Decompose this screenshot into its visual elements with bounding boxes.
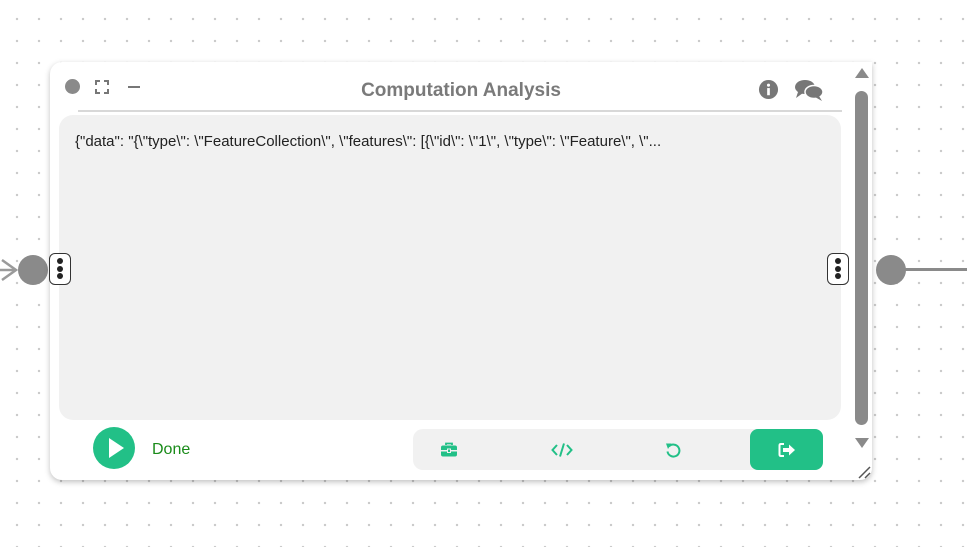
input-port[interactable] [18, 255, 48, 285]
reset-button[interactable] [643, 429, 703, 470]
scroll-up-arrow-icon[interactable] [855, 68, 869, 78]
output-port[interactable] [876, 255, 906, 285]
input-handle[interactable] [49, 253, 71, 285]
code-button[interactable] [532, 429, 592, 470]
toolbox-icon [441, 442, 457, 456]
scroll-down-arrow-icon[interactable] [855, 438, 869, 448]
incoming-edge-arrow [0, 258, 18, 282]
exit-button[interactable] [750, 429, 823, 470]
comments-icon[interactable] [794, 79, 824, 101]
resize-grip-icon[interactable] [856, 464, 872, 480]
status-text: Done [152, 441, 191, 458]
info-icon[interactable] [758, 79, 779, 100]
title-divider [78, 110, 842, 112]
output-text: {"data": "{\"type\": \"FeatureCollection… [75, 133, 662, 150]
node-toolbar [413, 429, 823, 470]
outgoing-edge [904, 268, 967, 271]
scrollbar[interactable] [852, 68, 872, 452]
sign-out-icon [778, 442, 795, 457]
computation-node[interactable]: Computation Analysis {"data": "{\"type\"… [49, 62, 872, 480]
run-button[interactable] [93, 427, 135, 469]
node-title: Computation Analysis [361, 80, 561, 101]
code-icon [551, 442, 573, 457]
undo-icon [666, 443, 681, 458]
scrollbar-thumb[interactable] [855, 91, 868, 425]
toolbox-button[interactable] [419, 429, 479, 470]
play-icon [109, 438, 124, 458]
output-handle[interactable] [827, 253, 849, 285]
output-panel: {"data": "{\"type\": \"FeatureCollection… [59, 115, 841, 420]
